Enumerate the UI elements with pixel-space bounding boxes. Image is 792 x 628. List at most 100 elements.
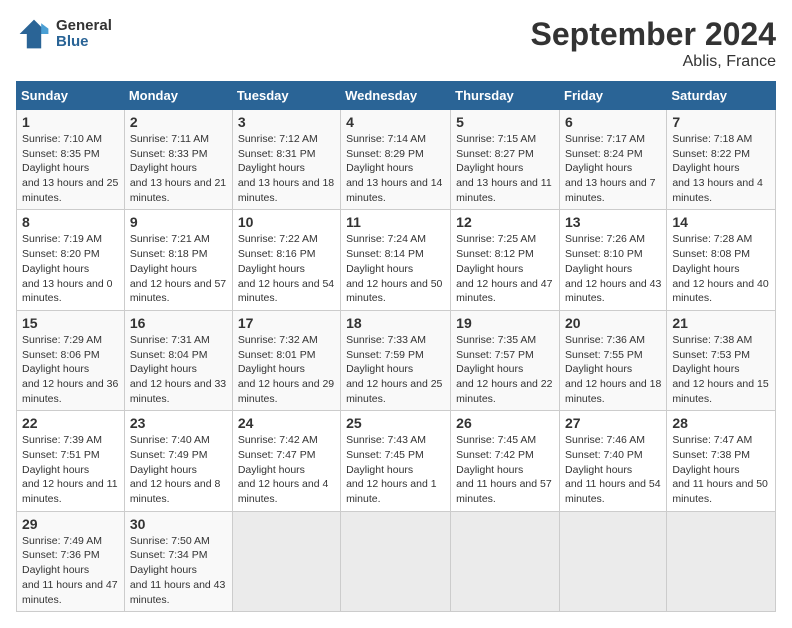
calendar-cell: 27 Sunrise: 7:46 AMSunset: 7:40 PMDaylig… [560, 411, 667, 511]
day-info: Sunrise: 7:17 AMSunset: 8:24 PMDaylight … [565, 132, 661, 205]
day-header-friday: Friday [560, 82, 667, 110]
day-info: Sunrise: 7:14 AMSunset: 8:29 PMDaylight … [346, 132, 445, 205]
day-number: 18 [346, 315, 445, 331]
day-info: Sunrise: 7:46 AMSunset: 7:40 PMDaylight … [565, 433, 661, 506]
calendar-cell: 29 Sunrise: 7:49 AMSunset: 7:36 PMDaylig… [17, 511, 125, 611]
calendar-cell: 4 Sunrise: 7:14 AMSunset: 8:29 PMDayligh… [341, 110, 451, 210]
day-info: Sunrise: 7:29 AMSunset: 8:06 PMDaylight … [22, 333, 119, 406]
calendar-cell: 3 Sunrise: 7:12 AMSunset: 8:31 PMDayligh… [232, 110, 340, 210]
week-row-3: 15 Sunrise: 7:29 AMSunset: 8:06 PMDaylig… [17, 310, 776, 410]
day-info: Sunrise: 7:12 AMSunset: 8:31 PMDaylight … [238, 132, 335, 205]
calendar-cell: 11 Sunrise: 7:24 AMSunset: 8:14 PMDaylig… [341, 210, 451, 310]
calendar-cell: 20 Sunrise: 7:36 AMSunset: 7:55 PMDaylig… [560, 310, 667, 410]
calendar-cell: 13 Sunrise: 7:26 AMSunset: 8:10 PMDaylig… [560, 210, 667, 310]
day-number: 22 [22, 415, 119, 431]
day-info: Sunrise: 7:22 AMSunset: 8:16 PMDaylight … [238, 232, 335, 305]
day-info: Sunrise: 7:45 AMSunset: 7:42 PMDaylight … [456, 433, 554, 506]
calendar-cell: 15 Sunrise: 7:29 AMSunset: 8:06 PMDaylig… [17, 310, 125, 410]
day-number: 30 [130, 516, 227, 532]
week-row-4: 22 Sunrise: 7:39 AMSunset: 7:51 PMDaylig… [17, 411, 776, 511]
day-info: Sunrise: 7:40 AMSunset: 7:49 PMDaylight … [130, 433, 227, 506]
calendar-cell: 28 Sunrise: 7:47 AMSunset: 7:38 PMDaylig… [667, 411, 776, 511]
day-info: Sunrise: 7:31 AMSunset: 8:04 PMDaylight … [130, 333, 227, 406]
calendar-cell [232, 511, 340, 611]
day-number: 14 [672, 214, 770, 230]
day-number: 8 [22, 214, 119, 230]
calendar-cell: 22 Sunrise: 7:39 AMSunset: 7:51 PMDaylig… [17, 411, 125, 511]
day-info: Sunrise: 7:43 AMSunset: 7:45 PMDaylight … [346, 433, 445, 506]
week-row-2: 8 Sunrise: 7:19 AMSunset: 8:20 PMDayligh… [17, 210, 776, 310]
day-number: 10 [238, 214, 335, 230]
day-number: 21 [672, 315, 770, 331]
calendar-cell: 6 Sunrise: 7:17 AMSunset: 8:24 PMDayligh… [560, 110, 667, 210]
day-info: Sunrise: 7:15 AMSunset: 8:27 PMDaylight … [456, 132, 554, 205]
month-title: September 2024 [531, 16, 776, 53]
day-number: 25 [346, 415, 445, 431]
calendar-cell: 1 Sunrise: 7:10 AMSunset: 8:35 PMDayligh… [17, 110, 125, 210]
calendar-cell: 30 Sunrise: 7:50 AMSunset: 7:34 PMDaylig… [124, 511, 232, 611]
day-header-wednesday: Wednesday [341, 82, 451, 110]
location: Ablis, France [531, 53, 776, 71]
calendar-cell: 9 Sunrise: 7:21 AMSunset: 8:18 PMDayligh… [124, 210, 232, 310]
week-row-1: 1 Sunrise: 7:10 AMSunset: 8:35 PMDayligh… [17, 110, 776, 210]
day-header-monday: Monday [124, 82, 232, 110]
calendar-cell: 24 Sunrise: 7:42 AMSunset: 7:47 PMDaylig… [232, 411, 340, 511]
day-info: Sunrise: 7:26 AMSunset: 8:10 PMDaylight … [565, 232, 661, 305]
day-info: Sunrise: 7:47 AMSunset: 7:38 PMDaylight … [672, 433, 770, 506]
calendar-cell: 18 Sunrise: 7:33 AMSunset: 7:59 PMDaylig… [341, 310, 451, 410]
day-info: Sunrise: 7:18 AMSunset: 8:22 PMDaylight … [672, 132, 770, 205]
calendar-cell: 17 Sunrise: 7:32 AMSunset: 8:01 PMDaylig… [232, 310, 340, 410]
calendar-cell: 19 Sunrise: 7:35 AMSunset: 7:57 PMDaylig… [451, 310, 560, 410]
calendar-cell: 21 Sunrise: 7:38 AMSunset: 7:53 PMDaylig… [667, 310, 776, 410]
title-block: September 2024 Ablis, France [531, 16, 776, 71]
day-info: Sunrise: 7:19 AMSunset: 8:20 PMDaylight … [22, 232, 119, 305]
logo: General Blue [16, 16, 112, 52]
day-info: Sunrise: 7:11 AMSunset: 8:33 PMDaylight … [130, 132, 227, 205]
calendar-cell: 8 Sunrise: 7:19 AMSunset: 8:20 PMDayligh… [17, 210, 125, 310]
calendar-cell: 7 Sunrise: 7:18 AMSunset: 8:22 PMDayligh… [667, 110, 776, 210]
day-info: Sunrise: 7:35 AMSunset: 7:57 PMDaylight … [456, 333, 554, 406]
day-number: 17 [238, 315, 335, 331]
day-number: 12 [456, 214, 554, 230]
day-number: 6 [565, 114, 661, 130]
day-info: Sunrise: 7:50 AMSunset: 7:34 PMDaylight … [130, 534, 227, 607]
day-number: 3 [238, 114, 335, 130]
day-number: 29 [22, 516, 119, 532]
day-header-saturday: Saturday [667, 82, 776, 110]
day-info: Sunrise: 7:39 AMSunset: 7:51 PMDaylight … [22, 433, 119, 506]
calendar-cell: 12 Sunrise: 7:25 AMSunset: 8:12 PMDaylig… [451, 210, 560, 310]
calendar-cell: 14 Sunrise: 7:28 AMSunset: 8:08 PMDaylig… [667, 210, 776, 310]
logo-icon [16, 16, 52, 52]
day-number: 19 [456, 315, 554, 331]
day-number: 20 [565, 315, 661, 331]
day-number: 4 [346, 114, 445, 130]
day-number: 26 [456, 415, 554, 431]
day-number: 23 [130, 415, 227, 431]
day-info: Sunrise: 7:28 AMSunset: 8:08 PMDaylight … [672, 232, 770, 305]
calendar-cell: 25 Sunrise: 7:43 AMSunset: 7:45 PMDaylig… [341, 411, 451, 511]
day-info: Sunrise: 7:33 AMSunset: 7:59 PMDaylight … [346, 333, 445, 406]
day-number: 1 [22, 114, 119, 130]
day-number: 5 [456, 114, 554, 130]
day-info: Sunrise: 7:21 AMSunset: 8:18 PMDaylight … [130, 232, 227, 305]
day-number: 11 [346, 214, 445, 230]
day-number: 28 [672, 415, 770, 431]
calendar-cell [341, 511, 451, 611]
day-number: 2 [130, 114, 227, 130]
day-info: Sunrise: 7:36 AMSunset: 7:55 PMDaylight … [565, 333, 661, 406]
calendar-cell: 26 Sunrise: 7:45 AMSunset: 7:42 PMDaylig… [451, 411, 560, 511]
day-number: 13 [565, 214, 661, 230]
calendar-cell: 2 Sunrise: 7:11 AMSunset: 8:33 PMDayligh… [124, 110, 232, 210]
day-number: 15 [22, 315, 119, 331]
calendar-cell: 23 Sunrise: 7:40 AMSunset: 7:49 PMDaylig… [124, 411, 232, 511]
calendar-table: SundayMondayTuesdayWednesdayThursdayFrid… [16, 81, 776, 612]
day-info: Sunrise: 7:25 AMSunset: 8:12 PMDaylight … [456, 232, 554, 305]
day-number: 9 [130, 214, 227, 230]
day-info: Sunrise: 7:10 AMSunset: 8:35 PMDaylight … [22, 132, 119, 205]
calendar-cell [560, 511, 667, 611]
page-header: General Blue September 2024 Ablis, Franc… [16, 16, 776, 71]
calendar-cell: 5 Sunrise: 7:15 AMSunset: 8:27 PMDayligh… [451, 110, 560, 210]
day-info: Sunrise: 7:24 AMSunset: 8:14 PMDaylight … [346, 232, 445, 305]
day-header-tuesday: Tuesday [232, 82, 340, 110]
day-info: Sunrise: 7:38 AMSunset: 7:53 PMDaylight … [672, 333, 770, 406]
